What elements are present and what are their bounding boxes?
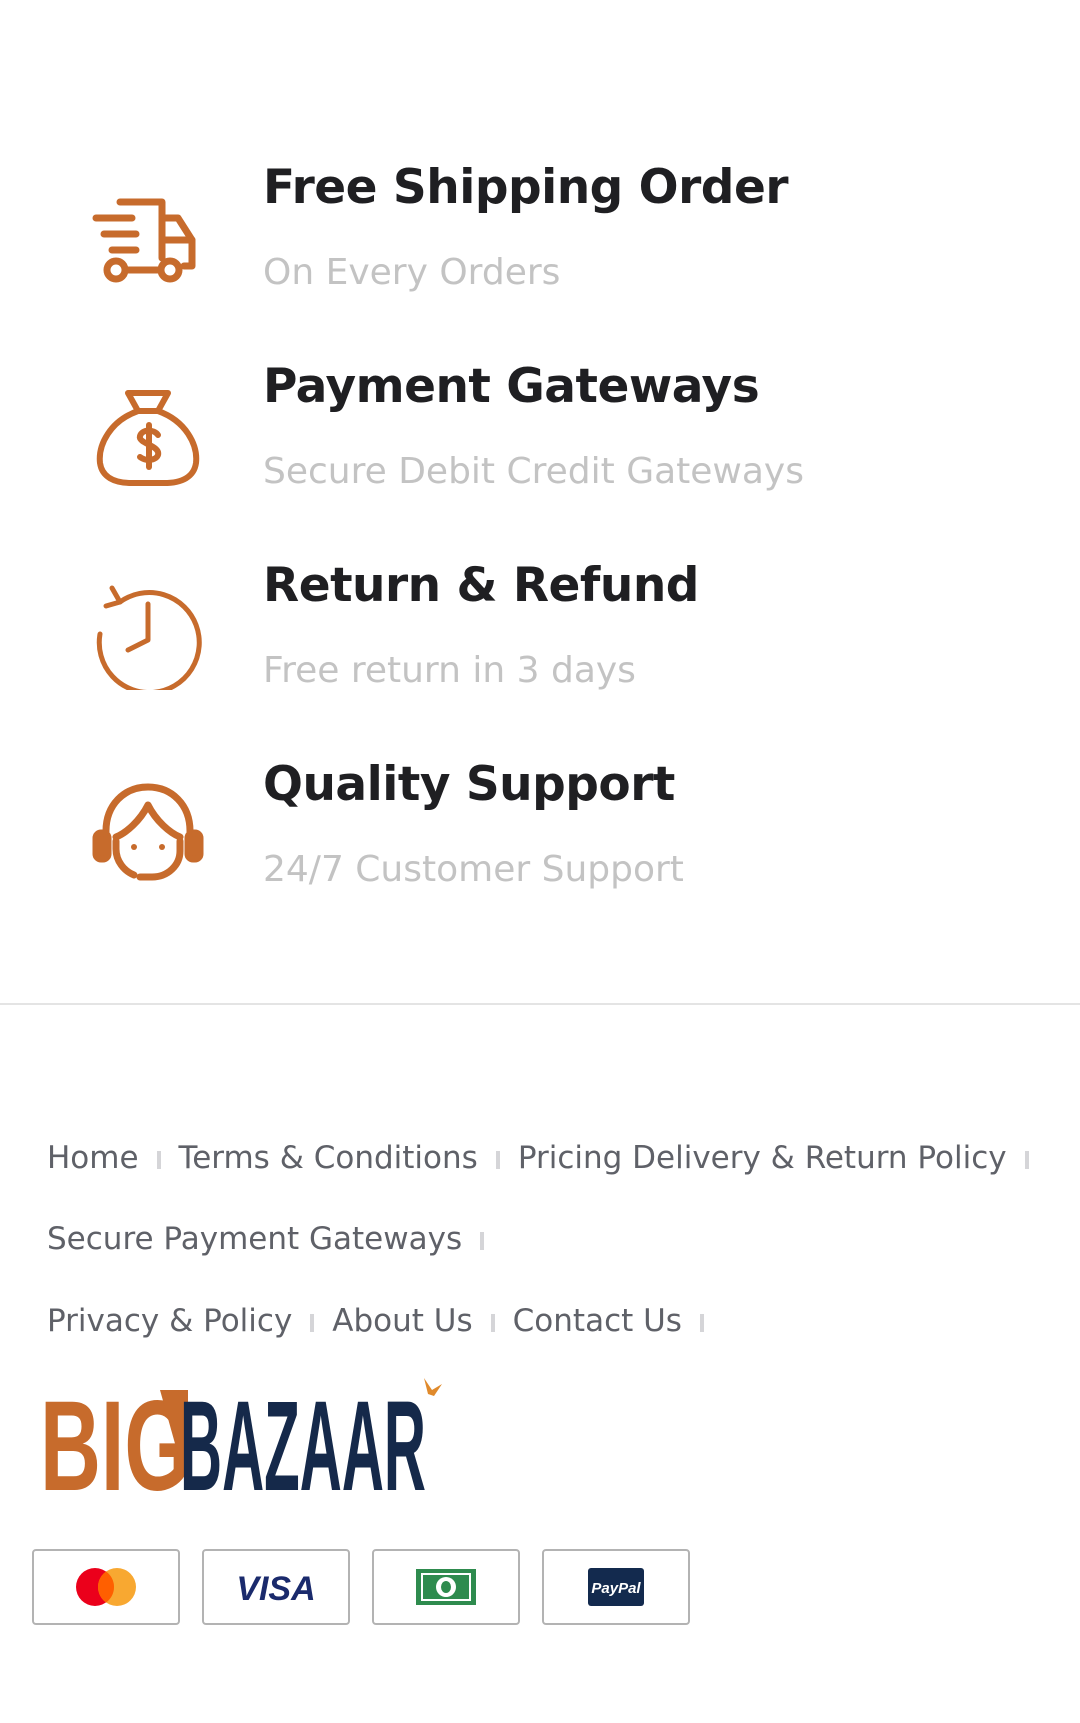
footer-link-pricing-delivery[interactable]: Pricing Delivery & Return Policy	[518, 1140, 1007, 1176]
paypal-icon: PayPal	[588, 1568, 644, 1606]
feature-quality-support: Quality Support 24/7 Customer Support	[0, 727, 1080, 926]
feature-subtitle: Free return in 3 days	[263, 650, 636, 691]
link-separator	[480, 1232, 485, 1250]
link-separator	[490, 1314, 495, 1332]
footer-link-secure-payment[interactable]: Secure Payment Gateways	[47, 1221, 462, 1257]
feature-return-refund: Return & Refund Free return in 3 days	[0, 528, 1080, 727]
footer-link-home[interactable]: Home	[47, 1140, 139, 1176]
footer-link-terms[interactable]: Terms & Conditions	[179, 1140, 478, 1176]
support-agent-icon	[92, 777, 204, 889]
feature-title: Payment Gateways	[263, 359, 760, 414]
paypal-badge: PayPal	[542, 1549, 690, 1625]
feature-title: Return & Refund	[263, 558, 699, 613]
footer-link-row: Home Terms & Conditions Pricing Delivery…	[47, 1140, 1047, 1176]
cash-icon	[416, 1569, 476, 1605]
feature-subtitle: 24/7 Customer Support	[263, 849, 684, 890]
mastercard-icon	[76, 1568, 136, 1606]
cash-badge	[372, 1549, 520, 1625]
feature-payment-gateways: Payment Gateways Secure Debit Credit Gat…	[0, 329, 1080, 528]
footer-link-about[interactable]: About Us	[332, 1303, 472, 1339]
svg-text:VISA: VISA	[236, 1570, 315, 1607]
svg-text:PayPal: PayPal	[591, 1580, 641, 1597]
link-separator	[495, 1151, 500, 1169]
link-separator	[156, 1151, 161, 1169]
section-divider	[0, 1003, 1080, 1005]
clock-history-icon	[92, 578, 204, 690]
logo-bird-icon	[424, 1378, 442, 1396]
footer-link-row: Privacy & Policy About Us Contact Us	[47, 1303, 722, 1339]
feature-free-shipping: Free Shipping Order On Every Orders	[0, 130, 1080, 329]
link-separator	[699, 1314, 704, 1332]
footer-link-privacy[interactable]: Privacy & Policy	[47, 1303, 292, 1339]
feature-title: Quality Support	[263, 757, 675, 812]
mastercard-badge	[32, 1549, 180, 1625]
logo-bazaar-text: BAZAAR	[180, 1376, 426, 1496]
big-bazaar-logo[interactable]: BIG BAZAAR	[40, 1375, 450, 1518]
link-separator	[1024, 1151, 1029, 1169]
payment-methods: VISA PayPal	[32, 1549, 712, 1625]
link-separator	[310, 1314, 315, 1332]
visa-badge: VISA	[202, 1549, 350, 1625]
feature-subtitle: Secure Debit Credit Gateways	[263, 451, 804, 492]
footer-link-contact[interactable]: Contact Us	[513, 1303, 682, 1339]
feature-subtitle: On Every Orders	[263, 252, 561, 293]
feature-title: Free Shipping Order	[263, 160, 789, 215]
visa-icon: VISA	[236, 1570, 315, 1607]
money-bag-icon	[92, 379, 204, 491]
truck-icon	[92, 180, 204, 292]
footer-link-row: Secure Payment Gateways	[47, 1221, 502, 1257]
